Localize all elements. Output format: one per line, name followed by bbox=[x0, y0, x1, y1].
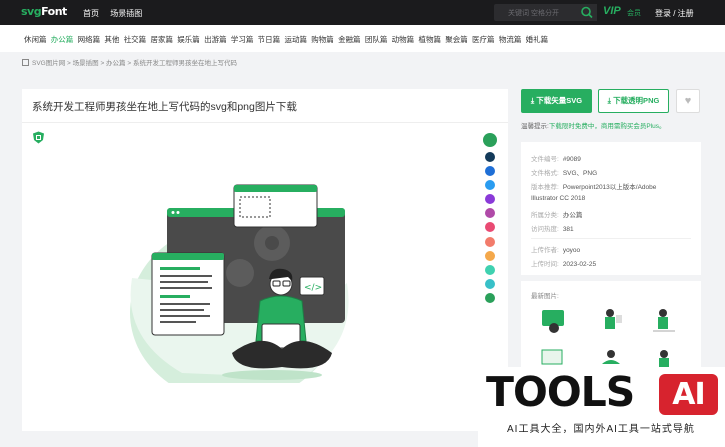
tools-ai-watermark: TOOLS AI AI工具大全，国内外AI工具一站式导航 bbox=[478, 367, 725, 447]
info-author-value: yoyoo bbox=[562, 247, 581, 254]
latest-thumb[interactable] bbox=[649, 305, 679, 335]
color-swatch[interactable] bbox=[483, 133, 497, 147]
category-list: 休闲篇 办公篇 网络篇 其他 社交篇 居家篇 娱乐篇 出游篇 学习篇 节日篇 运动篇 购物篇 金融篇 团队… bbox=[24, 34, 552, 45]
breadcrumb: SVG图片网 > 场景插图 > 办公篇 > 系统开发工程师男孩坐在地上写代码 bbox=[22, 57, 237, 67]
logo-prefix: svg bbox=[21, 5, 42, 18]
latest-title: 最新图片: bbox=[531, 293, 559, 300]
top-bar: svgFont 首页 场景插图 关键词 空格分开 VIP 会员 登录 / 注册 bbox=[0, 0, 725, 25]
category-item[interactable]: 医疗篇 bbox=[472, 35, 495, 44]
tip-label: 温馨提示: bbox=[521, 123, 549, 130]
color-swatch[interactable] bbox=[485, 166, 495, 177]
category-item[interactable]: 社交篇 bbox=[124, 35, 147, 44]
info-category-value[interactable]: 办公篇 bbox=[563, 212, 583, 219]
top-nav: 首页 场景插图 bbox=[83, 8, 151, 19]
login-register-link[interactable]: 登录 / 注册 bbox=[655, 8, 694, 19]
latest-thumb[interactable] bbox=[596, 305, 626, 335]
color-swatch[interactable] bbox=[485, 180, 495, 191]
logo-suffix: Font bbox=[41, 5, 67, 18]
category-item[interactable]: 运动篇 bbox=[284, 35, 307, 44]
info-category-label: 所属分类: bbox=[531, 212, 559, 219]
title-divider bbox=[22, 122, 508, 123]
category-item[interactable]: 娱乐篇 bbox=[177, 35, 200, 44]
shield-badge-icon bbox=[32, 131, 45, 144]
category-item[interactable]: 节日篇 bbox=[258, 35, 281, 44]
color-swatches bbox=[483, 133, 497, 307]
category-item[interactable]: 团队篇 bbox=[365, 35, 388, 44]
home-icon[interactable] bbox=[22, 59, 29, 66]
info-version: 版本推荐: Powerpoint2013以上版本/Adobe bbox=[531, 181, 656, 191]
color-swatch[interactable] bbox=[485, 264, 495, 275]
main-panel: 系统开发工程师男孩坐在地上写代码的svg和png图片下载 </> bbox=[22, 89, 508, 431]
site-logo[interactable]: svgFont bbox=[21, 5, 67, 18]
category-bar: 休闲篇 办公篇 网络篇 其他 社交篇 居家篇 娱乐篇 出游篇 学习篇 节日篇 运动篇 购物篇 金融篇 团队… bbox=[0, 25, 725, 52]
breadcrumb-text[interactable]: SVG图片网 > 场景插图 > 办公篇 > 系统开发工程师男孩坐在地上写代码 bbox=[32, 60, 237, 67]
nav-scene-illustrations[interactable]: 场景插图 bbox=[110, 9, 142, 18]
info-format-value: SVG、PNG bbox=[562, 170, 598, 177]
download-svg-label: 下载矢量SVG bbox=[536, 96, 583, 105]
info-format-label: 文件格式: bbox=[531, 170, 559, 177]
info-version-cont: Illustrator CC 2018 bbox=[531, 195, 585, 202]
info-category: 所属分类: 办公篇 bbox=[531, 209, 582, 219]
heart-icon: ♥ bbox=[684, 95, 692, 107]
color-swatch[interactable] bbox=[485, 152, 495, 162]
page-title: 系统开发工程师男孩坐在地上写代码的svg和png图片下载 bbox=[32, 101, 297, 113]
category-item[interactable]: 物流篇 bbox=[499, 35, 522, 44]
search-placeholder: 关键词 空格分开 bbox=[508, 10, 559, 17]
info-visits: 访问热度: 381 bbox=[531, 223, 574, 233]
download-png-button[interactable]: ⤓ 下载透明PNG bbox=[598, 89, 669, 113]
watermark-ai-badge: AI bbox=[659, 374, 718, 415]
vip-link[interactable]: VIP bbox=[603, 5, 621, 17]
info-author-label: 上传作者: bbox=[531, 247, 559, 254]
category-item[interactable]: 学习篇 bbox=[231, 35, 254, 44]
color-swatch[interactable] bbox=[485, 250, 495, 261]
info-date: 上传时间: 2023-02-25 bbox=[531, 258, 596, 268]
info-version-label: 版本推荐: bbox=[531, 184, 559, 191]
category-item[interactable]: 金融篇 bbox=[338, 35, 361, 44]
color-swatch[interactable] bbox=[485, 194, 495, 205]
category-item[interactable]: 购物篇 bbox=[311, 35, 334, 44]
category-item[interactable]: 办公篇 bbox=[51, 35, 74, 44]
category-item[interactable]: 动物篇 bbox=[392, 35, 415, 44]
info-date-label: 上传时间: bbox=[531, 261, 559, 268]
search-icon[interactable] bbox=[577, 4, 597, 21]
category-item[interactable]: 休闲篇 bbox=[24, 35, 47, 44]
category-item[interactable]: 网络篇 bbox=[78, 35, 101, 44]
watermark-subtitle: AI工具大全，国内外AI工具一站式导航 bbox=[507, 424, 695, 435]
info-date-value: 2023-02-25 bbox=[562, 261, 597, 268]
file-info-card: 文件编号: #9089 文件格式: SVG、PNG 版本推荐: Powerpoint2… bbox=[521, 142, 701, 275]
favorite-button[interactable]: ♥ bbox=[676, 89, 700, 113]
category-item[interactable]: 婚礼篇 bbox=[526, 35, 549, 44]
category-item[interactable]: 其他 bbox=[104, 35, 119, 44]
info-id-label: 文件编号: bbox=[531, 156, 559, 163]
info-id: 文件编号: #9089 bbox=[531, 153, 581, 163]
category-item[interactable]: 出游篇 bbox=[204, 35, 227, 44]
color-swatch[interactable] bbox=[485, 292, 495, 303]
info-id-value: #9089 bbox=[562, 156, 581, 163]
info-visits-value: 381 bbox=[562, 226, 574, 233]
download-svg-button[interactable]: ⤓ 下载矢量SVG bbox=[521, 89, 592, 113]
info-author: 上传作者: yoyoo bbox=[531, 244, 580, 254]
tip-text: 温馨提示:下载限时免费中，商用需购买会员Plus。 bbox=[521, 120, 665, 130]
coder-illustration: </> bbox=[122, 173, 362, 403]
category-item[interactable]: 聚会篇 bbox=[445, 35, 468, 44]
info-format: 文件格式: SVG、PNG bbox=[531, 167, 597, 177]
color-swatch[interactable] bbox=[485, 208, 495, 219]
color-swatch[interactable] bbox=[485, 222, 495, 233]
tip-message: 下载限时免费中，商用需购买会员Plus。 bbox=[548, 123, 666, 130]
vip-sub-label[interactable]: 会员 bbox=[627, 8, 641, 18]
color-swatch[interactable] bbox=[485, 236, 495, 247]
latest-thumb[interactable] bbox=[539, 305, 569, 335]
info-visits-label: 访问热度: bbox=[531, 226, 559, 233]
category-item[interactable]: 居家篇 bbox=[150, 35, 173, 44]
download-png-label: 下载透明PNG bbox=[613, 96, 660, 105]
info-divider bbox=[531, 238, 691, 239]
info-version-value-1: Powerpoint2013以上版本/Adobe bbox=[562, 184, 657, 191]
info-version-value-2: Illustrator CC 2018 bbox=[531, 195, 586, 202]
nav-home[interactable]: 首页 bbox=[83, 9, 99, 18]
category-item[interactable]: 植物篇 bbox=[418, 35, 441, 44]
watermark-tools-text: TOOLS bbox=[486, 368, 635, 416]
svg-text:</>: </> bbox=[304, 283, 322, 293]
color-swatch[interactable] bbox=[485, 278, 495, 289]
